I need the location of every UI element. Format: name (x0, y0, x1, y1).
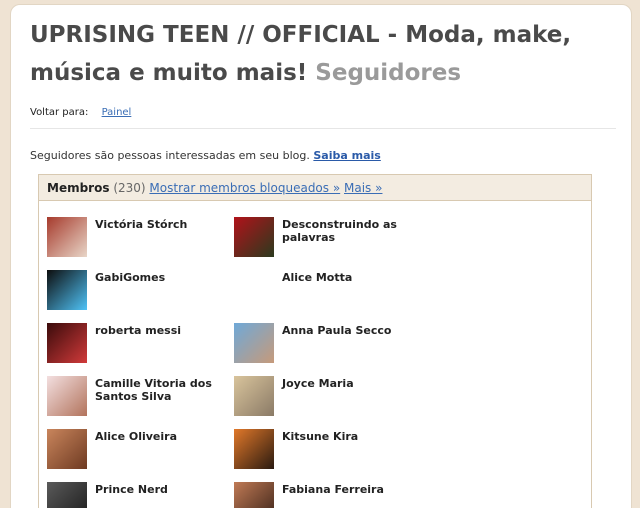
member-avatar[interactable] (47, 270, 87, 310)
member-avatar[interactable] (234, 376, 274, 416)
member-avatar[interactable] (47, 429, 87, 469)
member-item[interactable]: GabiGomes (47, 270, 227, 314)
member-avatar[interactable] (47, 376, 87, 416)
member-name[interactable]: Alice Oliveira (95, 430, 235, 443)
member-item[interactable]: Alice Motta (234, 270, 414, 314)
member-item[interactable]: Joyce Maria (234, 376, 414, 420)
member-avatar[interactable] (234, 217, 274, 257)
member-avatar[interactable] (47, 323, 87, 363)
page-subtitle: Seguidores (315, 60, 462, 86)
member-name[interactable]: Camille Vitoria dos Santos Silva (95, 377, 235, 403)
intro-text: Seguidores são pessoas interessadas em s… (30, 149, 310, 162)
member-item[interactable]: Alice Oliveira (47, 429, 227, 473)
member-avatar[interactable] (47, 217, 87, 257)
member-item[interactable]: roberta messi (47, 323, 227, 367)
show-blocked-link[interactable]: Mostrar membros bloqueados » (149, 181, 340, 195)
more-members-link[interactable]: Mais » (344, 181, 382, 195)
back-nav: Voltar para: Painel (30, 107, 131, 118)
member-item[interactable]: Anna Paula Secco (234, 323, 414, 367)
member-name[interactable]: Joyce Maria (282, 377, 422, 390)
dashboard-link[interactable]: Painel (102, 107, 132, 118)
members-header: Membros (230) Mostrar membros bloqueados… (39, 175, 591, 201)
member-avatar[interactable] (47, 482, 87, 508)
member-item[interactable]: Camille Vitoria dos Santos Silva (47, 376, 227, 420)
members-heading: Membros (47, 181, 110, 195)
page-title: UPRISING TEEN // OFFICIAL - Moda, make, … (30, 16, 590, 92)
back-label: Voltar para: (30, 107, 89, 118)
members-count: (230) (113, 181, 146, 195)
member-item[interactable]: Desconstruindo as palavras (234, 217, 414, 261)
member-avatar[interactable] (234, 429, 274, 469)
member-item[interactable]: Prince Nerd (47, 482, 227, 508)
member-item[interactable]: Kitsune Kira (234, 429, 414, 473)
member-name[interactable]: Alice Motta (282, 271, 422, 284)
learn-more-link[interactable]: Saiba mais (313, 149, 380, 162)
member-name[interactable]: Prince Nerd (95, 483, 235, 496)
intro: Seguidores são pessoas interessadas em s… (30, 149, 381, 162)
member-avatar[interactable] (234, 323, 274, 363)
member-name[interactable]: Fabiana Ferreira (282, 483, 422, 496)
member-name[interactable]: Victória Stórch (95, 218, 235, 231)
member-item[interactable]: Victória Stórch (47, 217, 227, 261)
member-name[interactable]: Anna Paula Secco (282, 324, 422, 337)
member-name[interactable]: Kitsune Kira (282, 430, 422, 443)
divider (30, 128, 616, 129)
member-avatar[interactable] (234, 270, 274, 310)
blog-title: UPRISING TEEN // OFFICIAL - Moda, make, … (30, 22, 572, 86)
member-name[interactable]: Desconstruindo as palavras (282, 218, 422, 244)
member-item[interactable]: Fabiana Ferreira (234, 482, 414, 508)
member-avatar[interactable] (234, 482, 274, 508)
members-panel: Membros (230) Mostrar membros bloqueados… (38, 174, 592, 508)
member-name[interactable]: GabiGomes (95, 271, 235, 284)
member-name[interactable]: roberta messi (95, 324, 235, 337)
